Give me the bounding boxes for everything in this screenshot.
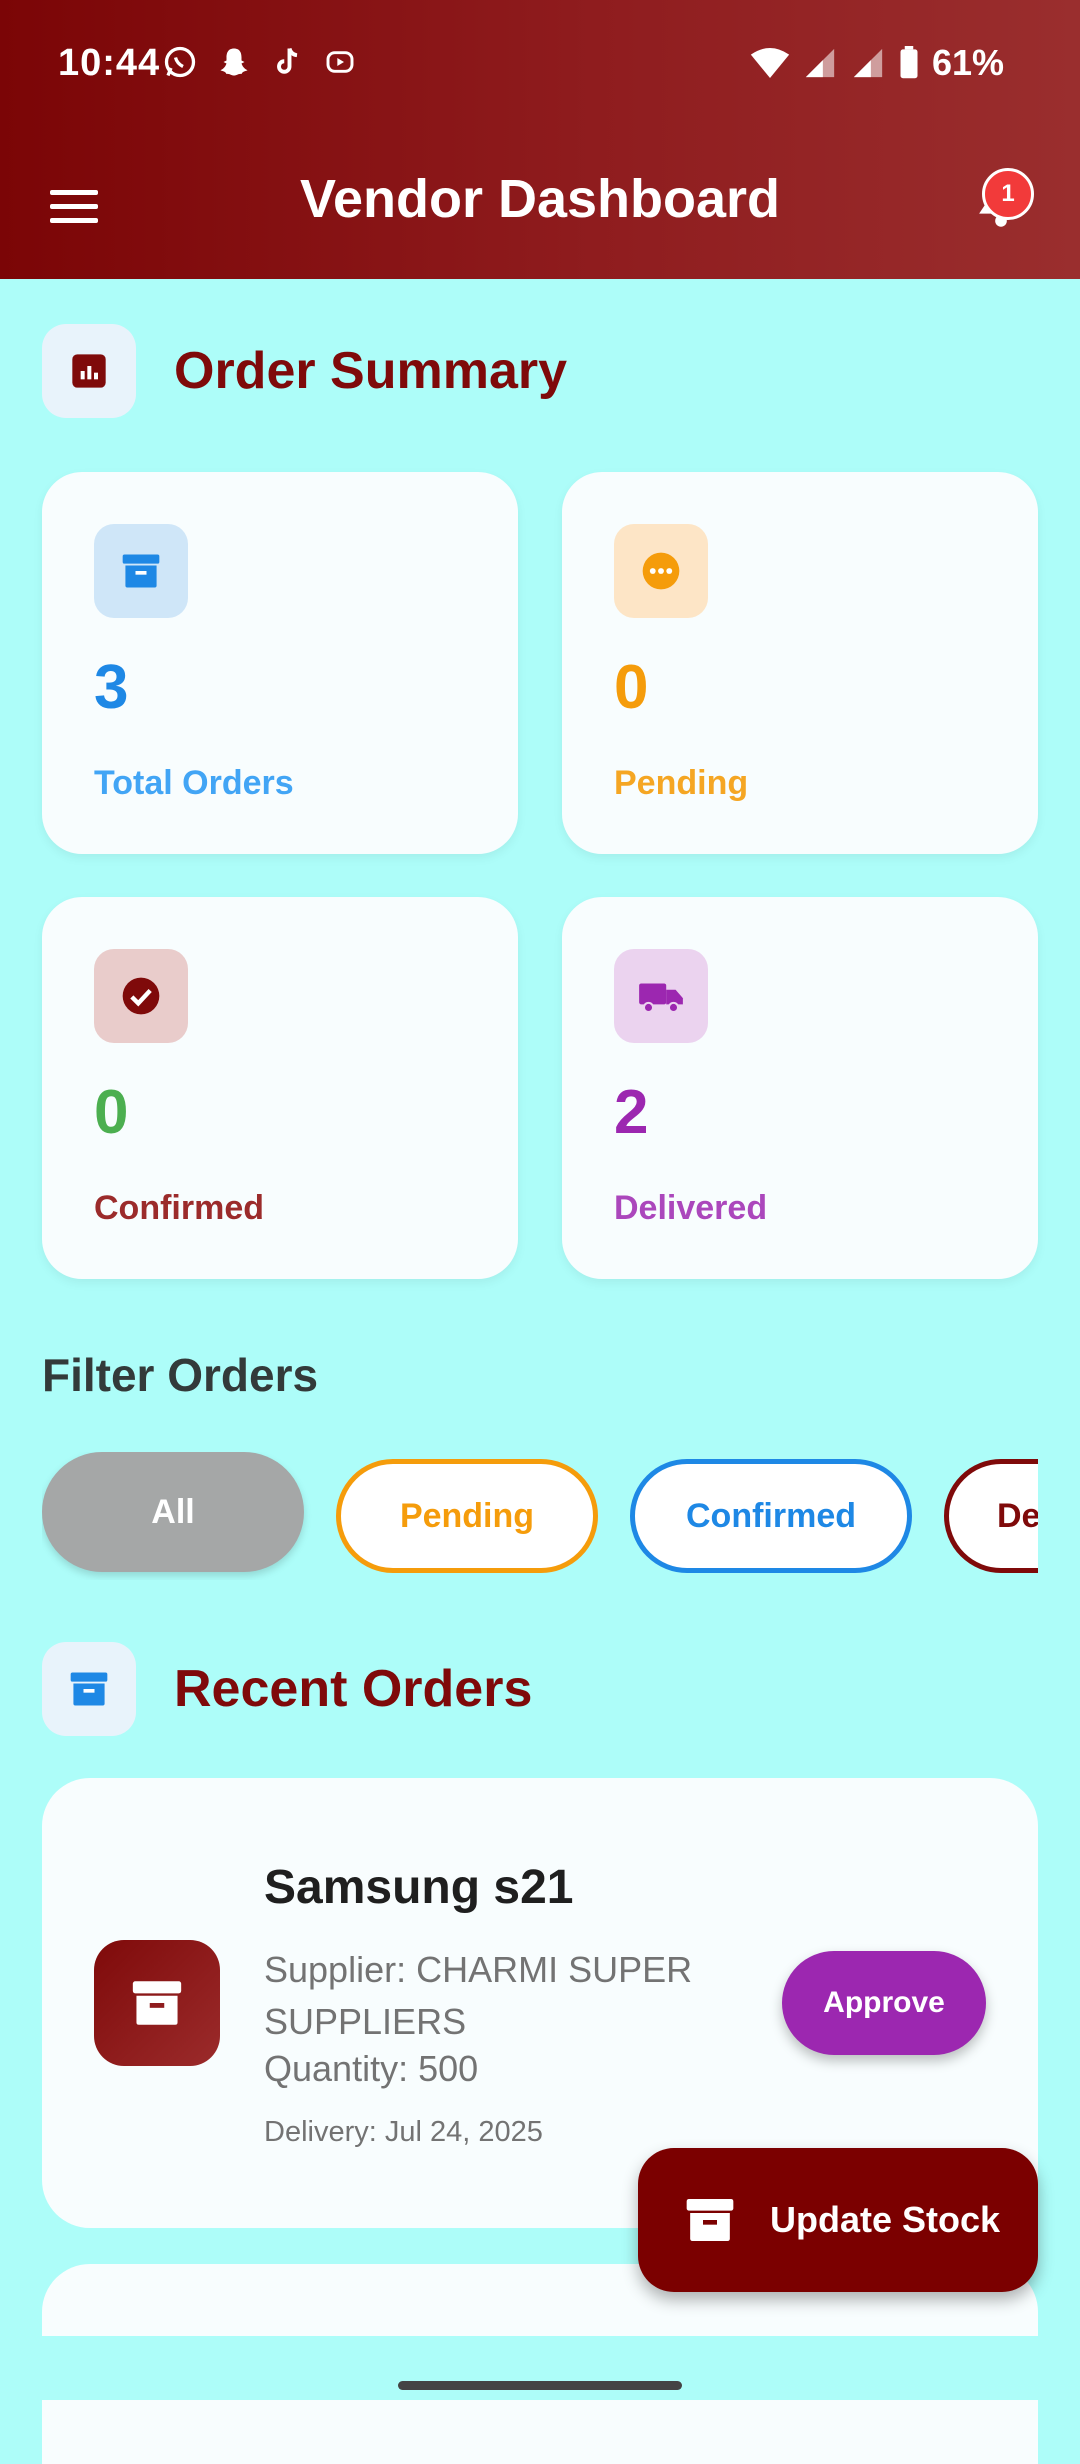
section-title: Order Summary [174, 342, 568, 400]
filter-chips: All Pending Confirmed De [42, 1452, 1038, 1580]
notification-badge: 1 [982, 168, 1034, 220]
order-supplier: Supplier: CHARMI SUPER SUPPLIERS [264, 1949, 693, 2042]
app-header: 10:44 61% Vendor Dashboard 1 [0, 0, 1080, 279]
filter-chip-delivered[interactable]: De [944, 1459, 1038, 1573]
card-label: Total Orders [94, 764, 294, 802]
check-circle-icon [122, 977, 160, 1015]
card-icon-box [614, 949, 708, 1043]
card-value: 0 [94, 1078, 129, 1147]
status-notification-icons [162, 44, 356, 80]
pending-card[interactable]: 0 Pending [562, 472, 1038, 854]
filter-chip-all[interactable]: All [42, 1452, 304, 1572]
home-indicator[interactable] [398, 2381, 682, 2390]
section-title: Recent Orders [174, 1660, 533, 1718]
section-icon [42, 324, 136, 418]
filter-title: Filter Orders [42, 1349, 319, 1401]
battery-percent: 61% [931, 42, 1004, 83]
card-label: Pending [614, 764, 749, 802]
truck-icon [639, 983, 683, 1014]
update-stock-label: Update Stock [770, 2199, 1001, 2240]
recent-orders-header: Recent Orders [42, 1642, 532, 1736]
card-label: Delivered [614, 1189, 768, 1227]
confirmed-card[interactable]: 0 Confirmed [42, 897, 518, 1279]
archive-icon [70, 1672, 108, 1706]
whatsapp-icon [164, 46, 196, 78]
card-icon-box [614, 524, 708, 618]
approve-button[interactable]: Approve [782, 1951, 986, 2055]
analytics-icon [72, 354, 106, 388]
signal-icon [805, 48, 835, 78]
order-summary-header: Order Summary [42, 324, 567, 418]
update-stock-button[interactable]: Update Stock [638, 2148, 1038, 2292]
archive-icon [132, 1981, 182, 2025]
filter-chip-pending[interactable]: Pending [336, 1459, 598, 1573]
card-icon-box [94, 524, 188, 618]
filter-chip-confirmed[interactable]: Confirmed [630, 1459, 912, 1573]
order-quantity: Quantity: 500 [264, 2048, 479, 2089]
signal-icon-2 [853, 48, 883, 78]
delivered-card[interactable]: 2 Delivered [562, 897, 1038, 1279]
card-icon-box [94, 949, 188, 1043]
snapchat-icon [220, 48, 248, 76]
battery-icon [900, 46, 918, 79]
status-time: 10:44 [58, 42, 161, 84]
archive-icon [122, 554, 160, 588]
card-value: 0 [614, 653, 649, 722]
archive-icon [686, 2199, 734, 2241]
order-delivery-date: Delivery: Jul 24, 2025 [264, 2116, 543, 2148]
order-product-name: Samsung s21 [264, 1861, 574, 1914]
fab-icon-box [680, 2190, 740, 2250]
pending-icon [642, 552, 680, 590]
card-label: Confirmed [94, 1189, 264, 1227]
bottom-area [0, 2336, 1080, 2400]
page-title: Vendor Dashboard [299, 169, 781, 229]
tiktok-icon [277, 47, 298, 74]
total-orders-card[interactable]: 3 Total Orders [42, 472, 518, 854]
card-value: 2 [614, 1078, 649, 1147]
status-bar: 10:44 61% [0, 0, 1080, 130]
media-icon [326, 51, 354, 73]
card-value: 3 [94, 653, 129, 722]
order-icon-box [94, 1940, 220, 2066]
wifi-icon [750, 48, 790, 78]
section-icon [42, 1642, 136, 1736]
status-right: 61% [750, 42, 1004, 84]
